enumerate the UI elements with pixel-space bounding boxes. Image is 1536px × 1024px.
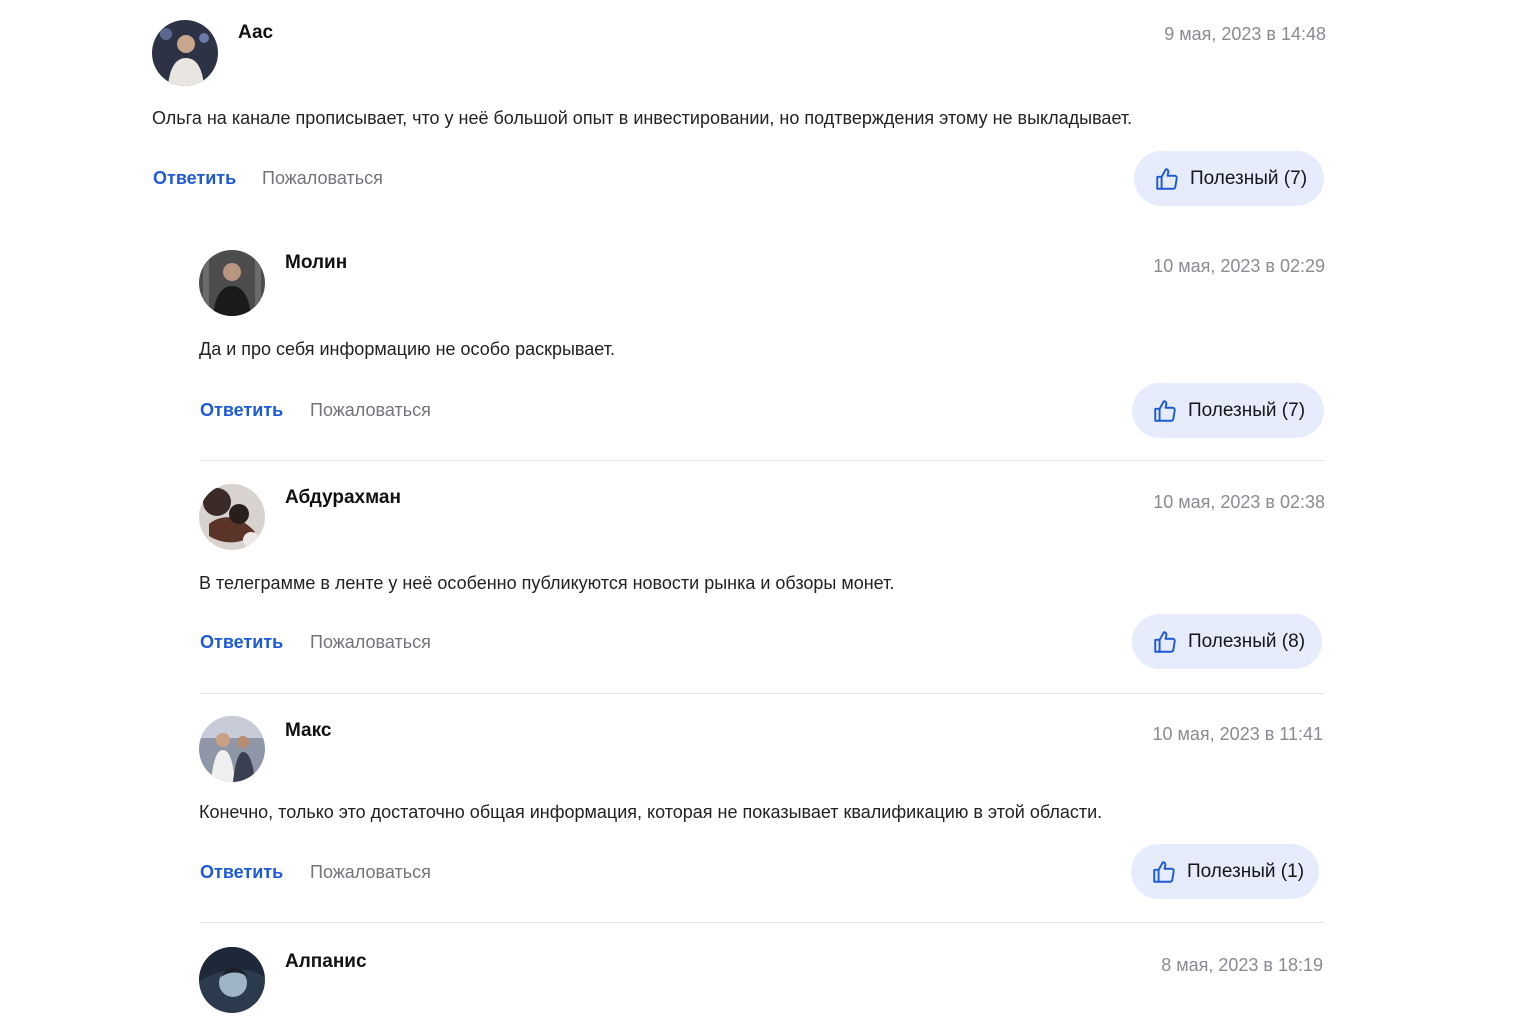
comment-date: 10 мая, 2023 в 11:41 bbox=[1152, 724, 1323, 744]
comment-3: Абдурахман 10 мая, 2023 в 02:38 В телегр… bbox=[199, 484, 1325, 674]
comment-author[interactable]: Аас bbox=[238, 22, 273, 44]
thumbs-up-icon bbox=[1154, 166, 1180, 192]
useful-label: Полезный (7) bbox=[1188, 399, 1306, 421]
comment-author[interactable]: Алпанис bbox=[285, 951, 367, 973]
comment-text: Конечно, только это достаточно общая инф… bbox=[199, 802, 1103, 822]
comment-text: Да и про себя информацию не особо раскры… bbox=[199, 339, 615, 359]
reply-button[interactable]: Ответить bbox=[200, 632, 283, 653]
avatar[interactable] bbox=[199, 947, 265, 1013]
comment-text: Ольга на канале прописывает, что у неё б… bbox=[152, 108, 1133, 128]
comment-4: Макс 10 мая, 2023 в 11:41 Конечно, тольк… bbox=[199, 716, 1325, 906]
comment-5: Алпанис 8 мая, 2023 в 18:19 bbox=[199, 947, 1323, 1017]
report-button[interactable]: Пожаловаться bbox=[310, 400, 431, 421]
report-button[interactable]: Пожаловаться bbox=[262, 168, 383, 189]
comment-divider bbox=[200, 922, 1324, 923]
useful-button[interactable]: Полезный (1) bbox=[1131, 844, 1319, 899]
comment-date: 9 мая, 2023 в 14:48 bbox=[1164, 24, 1326, 44]
avatar[interactable] bbox=[152, 20, 218, 86]
comment-divider bbox=[200, 460, 1324, 461]
thumbs-up-icon bbox=[1151, 859, 1177, 885]
useful-label: Полезный (1) bbox=[1187, 860, 1305, 882]
comment-date: 8 мая, 2023 в 18:19 bbox=[1161, 955, 1323, 975]
avatar[interactable] bbox=[199, 716, 265, 782]
useful-label: Полезный (7) bbox=[1190, 167, 1308, 189]
comment-2: Молин 10 мая, 2023 в 02:29 Да и про себя… bbox=[199, 250, 1325, 440]
comment-date: 10 мая, 2023 в 02:29 bbox=[1153, 256, 1325, 276]
comment-author[interactable]: Молин bbox=[285, 252, 347, 274]
avatar[interactable] bbox=[199, 484, 265, 550]
comment-author[interactable]: Макс bbox=[285, 720, 331, 742]
comment-author[interactable]: Абдурахман bbox=[285, 487, 401, 509]
useful-label: Полезный (8) bbox=[1188, 630, 1306, 652]
comment-1: Аас 9 мая, 2023 в 14:48 Ольга на канале … bbox=[152, 20, 1326, 210]
useful-button[interactable]: Полезный (7) bbox=[1134, 151, 1324, 206]
avatar[interactable] bbox=[199, 250, 265, 316]
comment-text: В телеграмме в ленте у неё особенно публ… bbox=[199, 573, 895, 593]
reply-button[interactable]: Ответить bbox=[153, 168, 236, 189]
report-button[interactable]: Пожаловаться bbox=[310, 862, 431, 883]
comment-date: 10 мая, 2023 в 02:38 bbox=[1153, 492, 1325, 512]
thumbs-up-icon bbox=[1152, 629, 1178, 655]
useful-button[interactable]: Полезный (7) bbox=[1132, 383, 1324, 438]
thumbs-up-icon bbox=[1152, 398, 1178, 424]
reply-button[interactable]: Ответить bbox=[200, 400, 283, 421]
comment-divider bbox=[200, 693, 1324, 694]
useful-button[interactable]: Полезный (8) bbox=[1132, 614, 1322, 669]
reply-button[interactable]: Ответить bbox=[200, 862, 283, 883]
report-button[interactable]: Пожаловаться bbox=[310, 632, 431, 653]
